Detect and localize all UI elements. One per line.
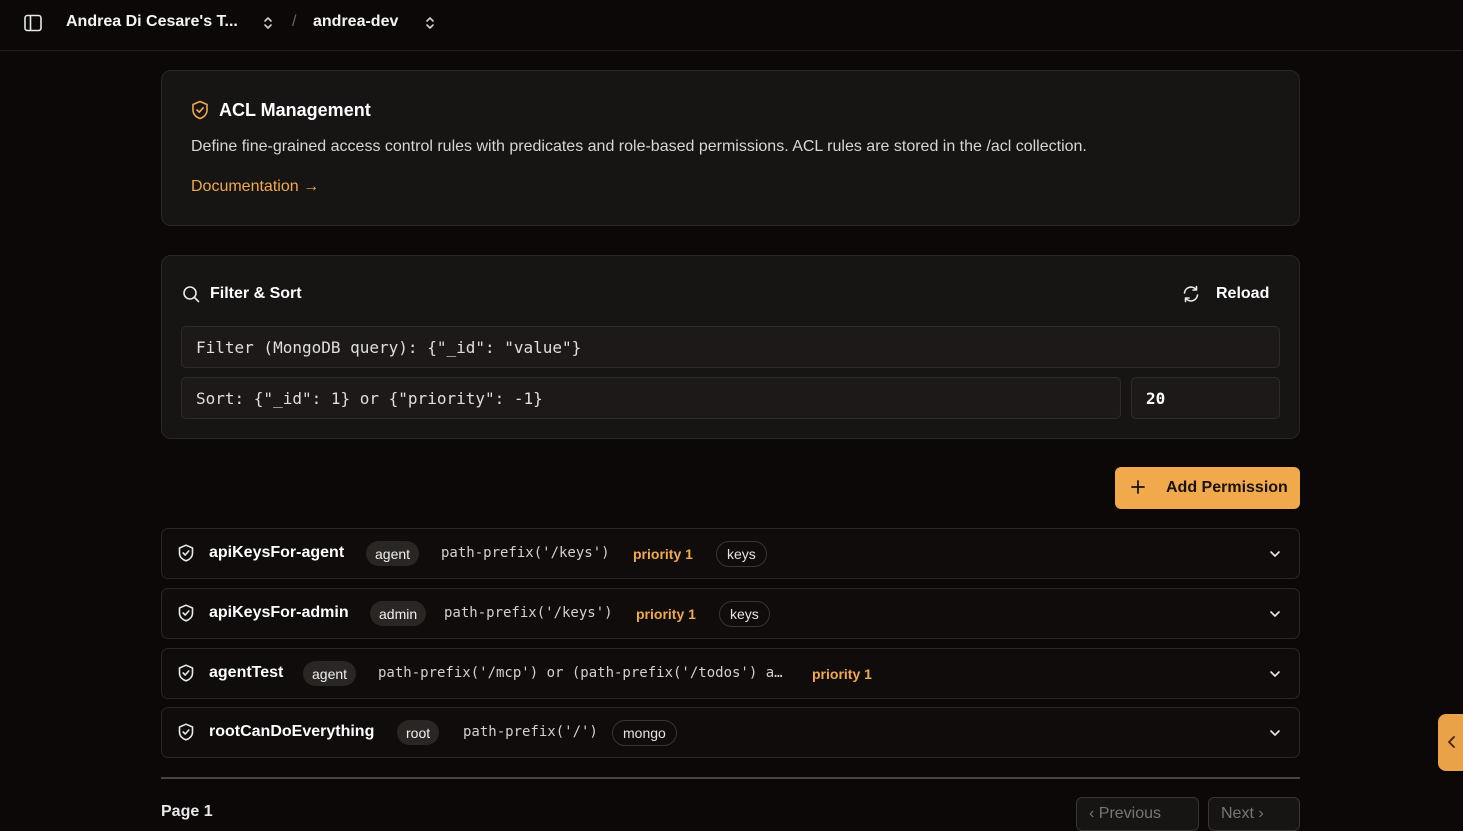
- page-title: ACL Management: [219, 100, 371, 120]
- plus-icon: [1131, 480, 1145, 494]
- role-badge: agent: [366, 541, 420, 566]
- chevron-down-icon[interactable]: [1268, 667, 1282, 681]
- priority-label: priority 1: [636, 606, 696, 622]
- mongo-tag: mongo: [612, 720, 677, 746]
- shield-check-icon: [178, 604, 194, 622]
- shield-check-icon: [178, 544, 194, 562]
- acl-rule-row[interactable]: apiKeysFor-admin admin path-prefix('/key…: [161, 588, 1300, 639]
- role-badge: admin: [370, 601, 427, 626]
- chevron-down-icon[interactable]: [1268, 547, 1282, 561]
- acl-rule-row[interactable]: agentTest agent path-prefix('/mcp') or (…: [161, 648, 1300, 699]
- project-selector[interactable]: andrea-dev: [313, 13, 398, 31]
- rule-predicate: path-prefix('/'): [463, 724, 598, 740]
- team-selector[interactable]: Andrea Di Cesare's T...: [66, 13, 238, 31]
- shield-check-icon: [192, 100, 208, 120]
- shield-check-icon: [178, 723, 194, 741]
- role-badge: root: [397, 720, 440, 745]
- rule-predicate: path-prefix('/mcp') or (path-prefix('/to…: [378, 665, 783, 681]
- rule-name: apiKeysFor-agent: [209, 544, 345, 561]
- top-bar: Andrea Di Cesare's T... / andrea-dev: [0, 0, 1463, 51]
- chevron-left-icon: [1448, 736, 1455, 748]
- rule-name: agentTest: [209, 664, 284, 681]
- mongo-tag: keys: [716, 541, 767, 567]
- page-size-input[interactable]: 20: [1131, 377, 1280, 419]
- rule-name: rootCanDoEverything: [209, 723, 375, 740]
- reload-label: Reload: [1216, 285, 1270, 302]
- filter-query-input[interactable]: Filter (MongoDB query): {"_id": "value"}: [181, 326, 1280, 368]
- search-icon: [183, 286, 200, 303]
- pagination-divider: [161, 777, 1300, 779]
- sort-input[interactable]: Sort: {"_id": 1} or {"priority": -1}: [181, 377, 1121, 419]
- breadcrumb-separator: /: [292, 13, 297, 30]
- chevron-up-down-icon[interactable]: [424, 15, 436, 31]
- chevron-up-down-icon[interactable]: [262, 15, 274, 31]
- filter-sort-card: Filter & Sort Reload Filter (MongoDB que…: [161, 255, 1300, 439]
- add-permission-label: Add Permission: [1166, 479, 1288, 496]
- filter-sort-title: Filter & Sort: [210, 285, 302, 302]
- shield-check-icon: [178, 664, 194, 682]
- acl-info-card: ACL Management Define fine-grained acces…: [161, 70, 1300, 226]
- sidebar-toggle-icon[interactable]: [24, 14, 42, 32]
- refresh-icon: [1183, 285, 1199, 303]
- rule-predicate: path-prefix('/keys'): [441, 545, 610, 561]
- documentation-link[interactable]: Documentation →: [191, 178, 319, 196]
- previous-page-button[interactable]: ‹ Previous: [1076, 797, 1199, 831]
- priority-label: priority 1: [812, 666, 872, 682]
- role-badge: agent: [303, 661, 357, 686]
- mongo-tag: keys: [719, 601, 770, 627]
- priority-label: priority 1: [633, 546, 693, 562]
- side-panel-toggle[interactable]: [1438, 714, 1463, 771]
- rule-predicate: path-prefix('/keys'): [444, 605, 613, 621]
- chevron-down-icon[interactable]: [1268, 607, 1282, 621]
- add-permission-button[interactable]: Add Permission: [1115, 467, 1300, 509]
- page-indicator: Page 1: [161, 803, 213, 820]
- page-description: Define fine-grained access control rules…: [191, 138, 1087, 155]
- rule-name: apiKeysFor-admin: [209, 604, 349, 621]
- next-page-button[interactable]: Next ›: [1208, 797, 1300, 831]
- chevron-down-icon[interactable]: [1268, 726, 1282, 740]
- reload-button[interactable]: Reload: [1174, 278, 1292, 310]
- acl-rule-row[interactable]: rootCanDoEverything root path-prefix('/'…: [161, 707, 1300, 758]
- acl-rule-row[interactable]: apiKeysFor-agent agent path-prefix('/key…: [161, 528, 1300, 579]
